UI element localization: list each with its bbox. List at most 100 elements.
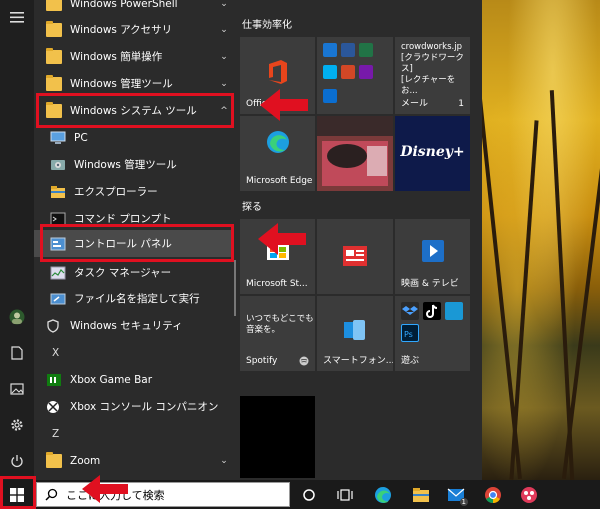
chevron-down-icon: ⌄ xyxy=(220,24,228,35)
list-item-label: Windows 管理ツール xyxy=(70,78,173,90)
dog-photo-image xyxy=(317,116,393,191)
hamburger-menu-icon[interactable] xyxy=(0,0,34,34)
edge-icon xyxy=(267,131,289,153)
list-item-run[interactable]: ファイル名を指定して実行 xyxy=(34,285,234,312)
tile-label: スマートフォン... xyxy=(323,356,393,366)
list-item-label: エクスプローラー xyxy=(74,186,158,198)
annotation-arrow-start-button xyxy=(82,475,128,503)
list-item-label: タスク マネージャー xyxy=(74,267,172,279)
folder-icon xyxy=(46,47,62,64)
task-manager-icon xyxy=(50,266,66,280)
tile-blank[interactable] xyxy=(240,396,315,478)
photoshop-icon: Ps xyxy=(401,324,419,342)
annotation-arrow-control-panel xyxy=(258,223,306,255)
file-explorer-taskbar-icon[interactable] xyxy=(406,480,436,509)
tile-spotify[interactable]: いつでもどこでも 音楽を。 Spotify xyxy=(240,296,315,371)
pc-monitor-icon xyxy=(50,131,66,145)
mail-subject-line2: [レクチャーをお... xyxy=(401,75,456,96)
list-item-accessories[interactable]: Windows アクセサリ ⌄ xyxy=(34,16,234,43)
mail-count-badge: 1 xyxy=(458,99,464,109)
phone-link-icon xyxy=(344,320,365,340)
list-item-label: Xbox コンソール コンパニオン xyxy=(70,401,219,413)
list-item-label: Windows アクセサリ xyxy=(70,24,173,36)
mail-unread-badge: 1 xyxy=(459,498,468,506)
document-icon[interactable] xyxy=(0,336,34,370)
list-item-label: PC xyxy=(74,131,88,144)
mail-sender: crowdworks.jp xyxy=(401,42,462,52)
folder-icon xyxy=(46,20,62,37)
chevron-down-icon: ⌄ xyxy=(220,0,228,9)
mail-taskbar-icon[interactable]: 1 xyxy=(442,480,472,509)
list-item-label: ファイル名を指定して実行 xyxy=(74,293,200,305)
tile-disney-plus[interactable]: Disney+ xyxy=(395,116,470,191)
folder-icon xyxy=(46,74,62,91)
word-icon xyxy=(341,43,355,57)
shield-icon xyxy=(46,318,62,333)
list-item-task-manager[interactable]: タスク マネージャー xyxy=(34,259,234,286)
onedrive-icon xyxy=(323,89,337,103)
user-avatar-icon[interactable] xyxy=(0,300,34,334)
list-item-xbox-console-companion[interactable]: Xbox コンソール コンパニオン xyxy=(34,393,234,420)
annotation-box-control-panel xyxy=(40,224,234,262)
tile-your-phone[interactable]: スマートフォン... xyxy=(317,296,393,371)
section-letter-x[interactable]: X xyxy=(34,339,234,366)
section-letter-z[interactable]: Z xyxy=(34,420,234,447)
list-item-explorer[interactable]: エクスプローラー xyxy=(34,178,234,205)
search-icon xyxy=(45,488,58,501)
chevron-down-icon: ⌄ xyxy=(220,51,228,62)
settings-gear-icon[interactable] xyxy=(0,408,34,442)
section-letter-label: Z xyxy=(52,427,60,440)
office-icon xyxy=(269,60,287,84)
cortana-icon[interactable] xyxy=(294,480,324,509)
chevron-down-icon: ⌄ xyxy=(220,455,228,466)
pictures-icon[interactable] xyxy=(0,372,34,406)
folder-icon xyxy=(46,451,62,468)
list-item-xbox-game-bar[interactable]: Xbox Game Bar xyxy=(34,366,234,393)
powerpoint-icon xyxy=(341,65,355,79)
section-letter-label: X xyxy=(52,346,60,359)
task-view-icon[interactable] xyxy=(330,480,360,509)
list-item-zoom-folder[interactable]: Zoom ⌄ xyxy=(34,447,234,474)
annotation-arrow-system-tools xyxy=(260,89,308,121)
tile-movies-tv[interactable]: 映画 & テレビ xyxy=(395,219,470,294)
spotify-promo-line2: 音楽を。 xyxy=(246,325,281,335)
folder-icon xyxy=(46,0,62,11)
file-explorer-icon xyxy=(50,185,66,199)
admin-tools-icon xyxy=(50,158,66,172)
xbox-game-bar-icon xyxy=(46,373,62,387)
list-item-label: Windows セキュリティ xyxy=(70,320,183,332)
power-icon[interactable] xyxy=(0,444,34,478)
desktop-wallpaper xyxy=(474,0,600,480)
tile-edge[interactable]: Microsoft Edge xyxy=(240,116,315,191)
run-icon xyxy=(50,292,66,306)
tile-photos[interactable] xyxy=(317,116,393,191)
spotify-promo-line1: いつでもどこでも xyxy=(246,314,314,324)
group-title-explore: 探る xyxy=(242,202,262,213)
tile-office-apps-group[interactable] xyxy=(317,37,393,114)
list-item-label: Windows PowerShell xyxy=(70,0,178,10)
edge-taskbar-icon[interactable] xyxy=(368,480,398,509)
list-item-admin-tools[interactable]: Windows 管理ツール xyxy=(34,151,234,178)
chrome-taskbar-icon[interactable] xyxy=(478,480,508,509)
list-item-powershell[interactable]: Windows PowerShell ⌄ xyxy=(34,0,234,17)
tile-mail[interactable]: crowdworks.jp [クラウドワークス] [レクチャーをお... メール… xyxy=(395,37,470,114)
list-item-label: Windows 管理ツール xyxy=(74,159,177,171)
app-taskbar-icon[interactable] xyxy=(514,480,544,509)
tile-play-group[interactable]: Ps 遊ぶ xyxy=(395,296,470,371)
list-item-ease-of-access[interactable]: Windows 簡単操作 ⌄ xyxy=(34,43,234,70)
tile-label: メール xyxy=(401,99,429,109)
annotation-box-start-button xyxy=(0,476,36,509)
list-item-label: Xbox Game Bar xyxy=(70,373,153,386)
list-item-label: Zoom xyxy=(70,454,101,467)
list-item-windows-security[interactable]: Windows セキュリティ xyxy=(34,312,234,339)
tiktok-icon xyxy=(423,302,441,320)
onenote-icon xyxy=(359,65,373,79)
list-item-pc[interactable]: PC xyxy=(34,124,234,151)
tile-news[interactable] xyxy=(317,219,393,294)
spotify-icon xyxy=(299,356,309,366)
tile-label: Spotify xyxy=(246,356,278,366)
tile-label: 映画 & テレビ xyxy=(401,279,459,289)
tile-label: Microsoft St... xyxy=(246,279,308,289)
movies-play-icon xyxy=(422,240,444,262)
taskbar-search-box[interactable]: ここに入力して検索 xyxy=(36,482,290,507)
